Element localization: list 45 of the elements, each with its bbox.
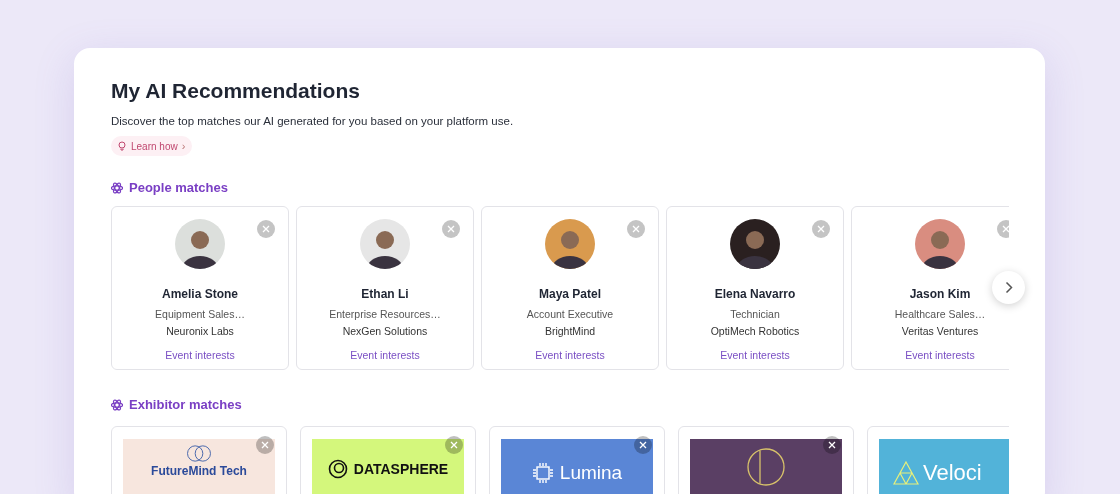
event-interests-link[interactable]: Event interests	[905, 348, 975, 364]
person-name: Ethan Li	[361, 285, 409, 303]
close-icon	[447, 224, 455, 233]
section-heading: Exhibitor matches	[129, 395, 242, 414]
close-icon	[262, 224, 270, 233]
atom-icon	[111, 182, 123, 194]
logo-text: DATASPHERE	[353, 459, 449, 479]
page-title: My AI Recommendations	[111, 78, 361, 104]
close-icon	[1002, 224, 1009, 233]
person-role: Enterprise Resources…	[329, 306, 441, 322]
event-interests-link[interactable]: Event interests	[535, 348, 605, 364]
chevron-right-icon	[1004, 280, 1013, 294]
company-name: BrightMind	[544, 323, 596, 339]
triangle-icon	[893, 461, 919, 486]
logo-text: Lumina	[559, 462, 623, 485]
section-heading: People matches	[129, 179, 228, 198]
page-description: Discover the top matches our AI generated for you based on your platform use.	[111, 114, 515, 129]
company-name: Neuronix Labs	[166, 323, 234, 339]
company-name: OptiMech Robotics	[710, 323, 800, 339]
next-arrow-button[interactable]	[992, 270, 1025, 304]
company-name: Veritas Ventures	[901, 323, 979, 339]
chip-icon	[531, 462, 554, 485]
person-name: Amelia Stone	[162, 285, 238, 303]
overlapping-circles-icon	[186, 445, 212, 463]
logo-text: FutureMind Tech	[151, 464, 247, 480]
logo-text: Veloci	[923, 461, 982, 486]
person-role: Equipment Sales…	[155, 306, 245, 322]
event-interests-link[interactable]: Event interests	[165, 348, 235, 364]
person-role: Healthcare Sales…	[894, 306, 986, 322]
person-role: Account Executive	[526, 306, 614, 322]
person-name: Elena Navarro	[714, 285, 796, 303]
person-name: Maya Patel	[538, 285, 601, 303]
sphere-icon	[327, 459, 348, 480]
person-name: Jason Kim	[909, 285, 971, 303]
close-icon	[632, 224, 640, 233]
lightbulb-icon	[118, 141, 126, 152]
ring-icon	[746, 447, 786, 488]
atom-icon	[111, 398, 123, 411]
company-name: NexGen Solutions	[342, 323, 428, 339]
person-role: Technician	[730, 306, 780, 322]
close-icon	[817, 224, 825, 233]
event-interests-link[interactable]: Event interests	[350, 348, 420, 364]
event-interests-link[interactable]: Event interests	[720, 348, 790, 364]
learn-how-link[interactable]: Learn how ›	[111, 136, 193, 157]
chevron-icon: ›	[181, 138, 186, 155]
